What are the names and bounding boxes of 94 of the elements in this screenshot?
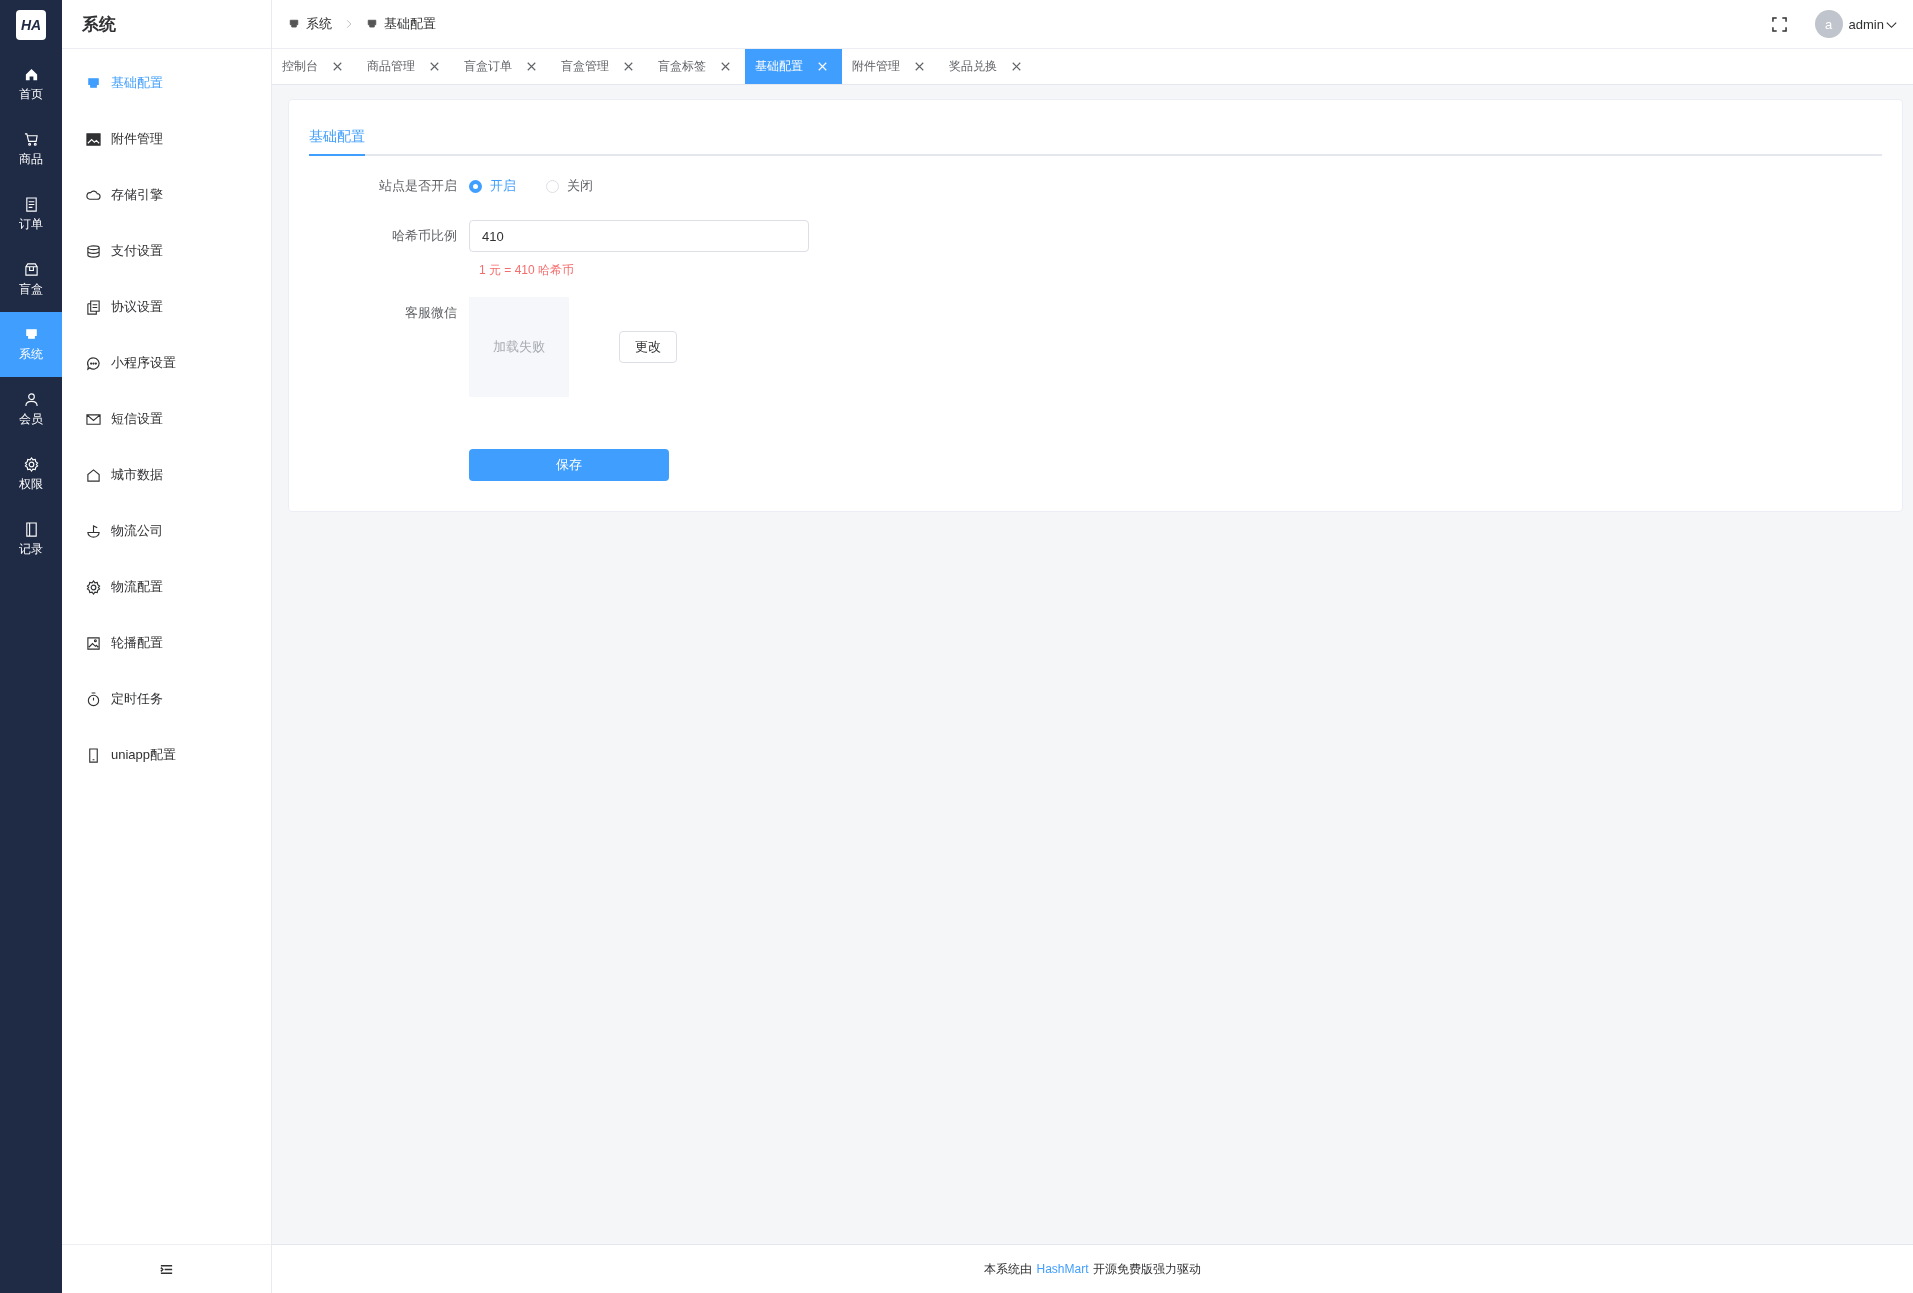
rail-label: 会员 [19, 410, 43, 428]
rail-item[interactable]: 商品 [0, 117, 62, 182]
menu-item[interactable]: 支付设置 [62, 223, 271, 279]
page-tab[interactable]: 盲盒订单 [454, 49, 551, 84]
picture-icon [86, 131, 101, 147]
hint-text: 1 元 = 410 哈希币 [479, 262, 576, 279]
radio-button[interactable] [469, 179, 482, 193]
page-tab[interactable]: 盲盒管理 [551, 49, 648, 84]
menu-title: 系统 [82, 13, 116, 36]
menu-label: 城市数据 [111, 466, 163, 484]
chevron-right-icon [344, 19, 354, 29]
menu-label: 定时任务 [111, 690, 163, 708]
field-label: 站点是否开启 [378, 177, 458, 195]
stopwatch-icon [86, 691, 101, 707]
menu-label: 物流配置 [111, 578, 163, 596]
tab-label: 附件管理 [852, 58, 900, 75]
menu-item[interactable]: 物流公司 [62, 503, 271, 559]
mail-icon [86, 411, 101, 427]
logo[interactable]: HA [16, 10, 46, 40]
user-icon [23, 391, 39, 407]
house-icon [86, 467, 101, 483]
menu-item[interactable]: 存储引擎 [62, 167, 271, 223]
tab-label: 基础配置 [755, 58, 803, 75]
rail-label: 商品 [19, 150, 43, 168]
tab-label: 盲盒管理 [561, 58, 609, 75]
page-tab[interactable]: 附件管理 [842, 49, 939, 84]
chat-icon [86, 355, 101, 371]
menu-item[interactable]: 协议设置 [62, 279, 271, 335]
menu-label: 基础配置 [111, 74, 163, 92]
cart-icon [23, 131, 39, 147]
rail-label: 盲盒 [19, 280, 43, 298]
user-name[interactable]: admin [1848, 16, 1884, 32]
breadcrumb-item[interactable]: 系统 [306, 15, 332, 33]
box-icon [23, 261, 39, 277]
monitor-icon [288, 18, 300, 30]
picture-icon [86, 635, 101, 651]
monitor-icon [86, 75, 101, 91]
page-tab[interactable]: 商品管理 [357, 49, 454, 84]
radio-option[interactable]: 关闭 [546, 177, 593, 195]
menu-label: 存储引擎 [111, 186, 163, 204]
breadcrumb-item[interactable]: 基础配置 [384, 15, 436, 33]
menu-label: 物流公司 [111, 522, 163, 540]
menu-label: 短信设置 [111, 410, 163, 428]
rail-label: 权限 [19, 475, 43, 493]
rail-item[interactable]: 记录 [0, 507, 62, 572]
menu-label: uniapp配置 [111, 746, 177, 764]
menu-label: 支付设置 [111, 242, 163, 260]
tab-label: 控制台 [282, 58, 318, 75]
input-field[interactable]: 410 [469, 220, 809, 252]
menu-item[interactable]: 定时任务 [62, 671, 271, 727]
menu-label: 附件管理 [111, 130, 163, 148]
rail-item[interactable]: 会员 [0, 377, 62, 442]
tab-label: 奖品兑换 [949, 58, 997, 75]
files-icon [86, 299, 101, 315]
gear-icon [23, 456, 39, 472]
tab-label: 盲盒标签 [658, 58, 706, 75]
rail-label: 订单 [19, 215, 43, 233]
menu-item[interactable]: 附件管理 [62, 111, 271, 167]
footer-text: 本系统由 HashMart 开源免费版强力驱动 [984, 1260, 1201, 1278]
menu-item[interactable]: uniapp配置 [62, 727, 271, 783]
notebook-icon [23, 521, 39, 537]
menu-item[interactable]: 物流配置 [62, 559, 271, 615]
page-tab[interactable]: 盲盒标签 [648, 49, 745, 84]
monitor-icon [366, 18, 378, 30]
document-icon [23, 196, 39, 212]
page-tab[interactable]: 奖品兑换 [939, 49, 1036, 84]
rail-item[interactable]: 首页 [0, 52, 62, 117]
menu-item[interactable]: 小程序设置 [62, 335, 271, 391]
page-tab[interactable]: 控制台 [272, 49, 357, 84]
menu-item[interactable]: 短信设置 [62, 391, 271, 447]
tab-label: 盲盒订单 [464, 58, 512, 75]
rail-item[interactable]: 权限 [0, 442, 62, 507]
coins-icon [86, 243, 101, 259]
field-label: 客服微信 [404, 304, 458, 322]
rail-item[interactable]: 订单 [0, 182, 62, 247]
change-button[interactable]: 更改 [619, 331, 677, 363]
cloud-icon [86, 187, 101, 203]
rail-label: 系统 [19, 345, 43, 363]
gear-icon [86, 579, 101, 595]
fullscreen-icon [1771, 16, 1787, 32]
rail-label: 首页 [19, 85, 43, 103]
rail-item[interactable]: 盲盒 [0, 247, 62, 312]
rail-label: 记录 [19, 540, 43, 558]
monitor-icon [23, 326, 39, 342]
menu-label: 轮播配置 [111, 634, 163, 652]
menu-item[interactable]: 城市数据 [62, 447, 271, 503]
menu-item[interactable]: 轮播配置 [62, 615, 271, 671]
tab-label: 商品管理 [367, 58, 415, 75]
menu-label: 小程序设置 [111, 354, 176, 372]
menu-label: 协议设置 [111, 298, 163, 316]
home-icon [23, 66, 39, 82]
bowl-icon [86, 523, 101, 539]
field-label: 哈希币比例 [391, 227, 458, 245]
phone-icon [86, 747, 101, 763]
